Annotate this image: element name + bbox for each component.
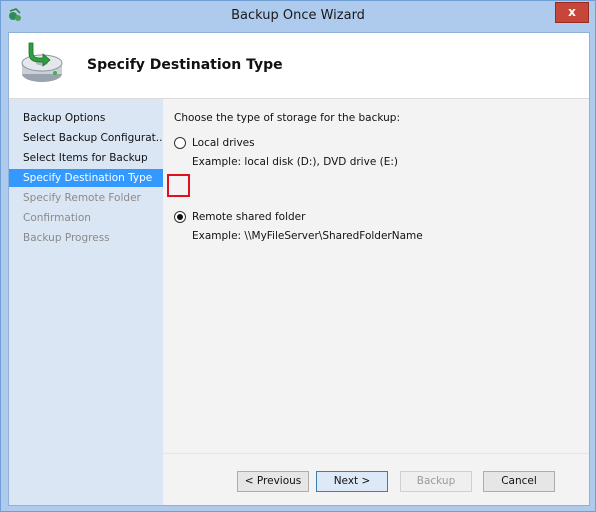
- backup-drive-icon: [21, 42, 63, 82]
- close-button[interactable]: x: [555, 2, 589, 23]
- remote-shared-folder-label[interactable]: Remote shared folder: [192, 211, 305, 223]
- next-button[interactable]: Next >: [316, 471, 388, 492]
- backup-button: Backup: [400, 471, 472, 492]
- wizard-steps-sidebar: Backup Options Select Backup Configurat.…: [9, 99, 163, 505]
- local-drives-option[interactable]: Local drives: [174, 135, 255, 151]
- wizard-window: Backup Once Wizard x Specify Destination…: [0, 0, 596, 512]
- local-drives-label[interactable]: Local drives: [192, 137, 255, 149]
- sidebar-item-confirmation: Confirmation: [23, 212, 91, 224]
- sidebar-item-select-items-for-backup[interactable]: Select Items for Backup: [9, 149, 163, 167]
- page-title: Specify Destination Type: [87, 57, 283, 73]
- previous-button[interactable]: < Previous: [237, 471, 309, 492]
- sidebar-item-backup-options[interactable]: Backup Options: [9, 109, 163, 127]
- remote-shared-folder-option[interactable]: Remote shared folder: [174, 209, 305, 225]
- sidebar-item-specify-remote-folder: Specify Remote Folder: [23, 192, 141, 204]
- footer-divider: [163, 453, 589, 454]
- local-drives-radio[interactable]: [174, 137, 186, 149]
- sidebar-item-select-backup-configuration[interactable]: Select Backup Configurat...: [9, 129, 163, 147]
- sidebar-item-backup-progress: Backup Progress: [23, 232, 110, 244]
- title-bar[interactable]: Backup Once Wizard x: [1, 1, 595, 31]
- highlight-annotation-box: [167, 174, 190, 197]
- local-drives-example: Example: local disk (D:), DVD drive (E:): [192, 156, 398, 168]
- remote-shared-folder-radio[interactable]: [174, 211, 186, 223]
- sidebar-item-specify-destination-type[interactable]: Specify Destination Type: [9, 169, 163, 187]
- wizard-client-area: Specify Destination Type Backup Options …: [8, 32, 590, 506]
- cancel-button[interactable]: Cancel: [483, 471, 555, 492]
- wizard-content: Choose the type of storage for the backu…: [163, 99, 589, 505]
- wizard-header: Specify Destination Type: [9, 33, 589, 99]
- remote-shared-folder-example: Example: \\MyFileServer\SharedFolderName: [192, 230, 423, 242]
- window-title: Backup Once Wizard: [231, 8, 365, 23]
- storage-type-prompt: Choose the type of storage for the backu…: [174, 112, 400, 124]
